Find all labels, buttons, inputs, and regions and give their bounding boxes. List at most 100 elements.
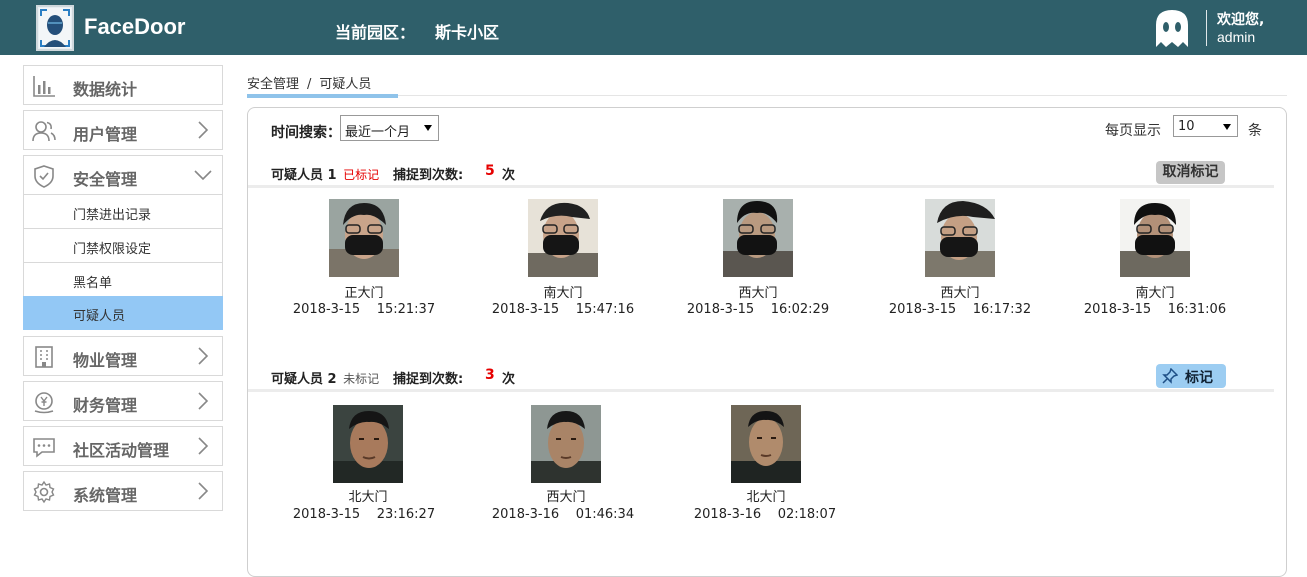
capture-count-value: 3 xyxy=(485,367,495,383)
caret-down-icon xyxy=(424,125,432,131)
sidebar-item-system-management[interactable]: 系统管理 xyxy=(23,471,223,511)
capture-photo[interactable] xyxy=(1120,199,1190,277)
group-divider xyxy=(248,389,1274,392)
capture-photo[interactable] xyxy=(731,405,801,483)
capture-date: 2018-3-16 xyxy=(693,507,762,522)
sidebar-item-label: 用户管理 xyxy=(73,125,138,144)
capture-photo[interactable] xyxy=(925,199,995,277)
breadcrumb-parent[interactable]: 安全管理 xyxy=(247,77,299,92)
building-icon xyxy=(35,346,53,368)
sidebar-subitem-blacklist[interactable]: 黑名单 xyxy=(23,263,223,297)
suspect-title: 可疑人员 1 xyxy=(271,168,337,183)
sidebar-subitem-suspicious-persons[interactable]: 可疑人员 xyxy=(23,296,223,330)
app-name: FaceDoor xyxy=(84,14,186,39)
group-divider xyxy=(248,185,1274,188)
mark-status-badge: 未标记 xyxy=(343,372,380,386)
capture-date: 2018-3-15 xyxy=(491,302,560,317)
capture-date: 2018-3-15 xyxy=(686,302,755,317)
sidebar-item-security-management[interactable]: 安全管理 xyxy=(23,155,223,195)
sidebar-subitem-label: 黑名单 xyxy=(73,276,113,291)
capture-date: 2018-3-15 xyxy=(888,302,957,317)
breadcrumb-divider xyxy=(247,95,1287,96)
time-search-label: 时间搜索： xyxy=(271,125,341,141)
capture-gate: 西大门 xyxy=(940,286,980,301)
unmark-button[interactable]: 取消标记 xyxy=(1156,161,1225,184)
mark-status-badge: 已标记 xyxy=(343,168,380,182)
capture-time: 01:46:34 xyxy=(575,507,635,522)
sidebar-item-label: 物业管理 xyxy=(73,351,138,370)
per-page-label: 每页显示 xyxy=(1105,123,1161,139)
capture-count-unit: 次 xyxy=(502,372,516,387)
per-page-unit: 条 xyxy=(1248,123,1262,139)
chevron-down-icon xyxy=(194,170,212,181)
capture-gate: 正大门 xyxy=(344,286,384,301)
time-range-select[interactable]: 最近一个月 xyxy=(340,115,439,141)
sidebar-item-label: 财务管理 xyxy=(73,396,138,415)
chat-icon xyxy=(33,438,55,458)
username[interactable]: admin xyxy=(1217,29,1255,45)
capture-photo[interactable] xyxy=(528,199,598,277)
capture-photo[interactable] xyxy=(723,199,793,277)
capture-time: 23:16:27 xyxy=(376,507,436,522)
chevron-right-icon xyxy=(198,392,209,410)
header-divider xyxy=(1206,10,1207,46)
capture-date: 2018-3-15 xyxy=(1083,302,1152,317)
capture-timestamp: 2018-3-15 15:21:37 xyxy=(274,302,454,317)
capture-timestamp: 2018-3-15 16:31:06 xyxy=(1065,302,1245,317)
time-range-value: 最近一个月 xyxy=(345,125,411,140)
capture-date: 2018-3-16 xyxy=(491,507,560,522)
sidebar-item-user-management[interactable]: 用户管理 xyxy=(23,110,223,150)
capture-gate: 北大门 xyxy=(348,490,388,505)
pin-icon xyxy=(1162,368,1178,384)
sidebar-item-property-management[interactable]: 物业管理 xyxy=(23,336,223,376)
mark-button[interactable]: 标记 xyxy=(1156,364,1226,388)
money-icon xyxy=(34,392,54,414)
capture-time: 02:18:07 xyxy=(777,507,837,522)
shield-icon xyxy=(34,165,54,188)
sidebar-item-label: 安全管理 xyxy=(73,170,138,189)
sidebar-item-finance-management[interactable]: 财务管理 xyxy=(23,381,223,421)
user-avatar-icon[interactable] xyxy=(1150,7,1194,49)
welcome-text: 欢迎您, xyxy=(1217,12,1265,28)
chevron-right-icon xyxy=(198,121,209,139)
current-park-name[interactable]: 斯卡小区 xyxy=(435,19,499,43)
capture-count-value: 5 xyxy=(485,163,495,179)
capture-photo[interactable] xyxy=(329,199,399,277)
capture-gate: 南大门 xyxy=(1135,286,1175,301)
sidebar-subitem-access-permissions[interactable]: 门禁权限设定 xyxy=(23,229,223,263)
chevron-right-icon xyxy=(198,347,209,365)
capture-photo[interactable] xyxy=(531,405,601,483)
mark-button-label: 标记 xyxy=(1185,370,1213,386)
per-page-select[interactable]: 10 xyxy=(1173,115,1238,137)
capture-time: 16:02:29 xyxy=(770,302,830,317)
sidebar-item-label: 社区活动管理 xyxy=(73,441,170,460)
top-header: FaceDoor 当前园区： 斯卡小区 欢迎您, admin xyxy=(0,0,1307,55)
breadcrumb-separator: / xyxy=(307,77,312,92)
capture-gate: 北大门 xyxy=(746,490,786,505)
sidebar-subitem-access-records[interactable]: 门禁进出记录 xyxy=(23,195,223,229)
capture-timestamp: 2018-3-15 16:17:32 xyxy=(870,302,1050,317)
facedoor-logo-icon xyxy=(36,5,74,51)
sidebar-item-community-activity-management[interactable]: 社区活动管理 xyxy=(23,426,223,466)
capture-date: 2018-3-15 xyxy=(292,507,361,522)
caret-down-icon xyxy=(1223,124,1231,130)
capture-time: 16:17:32 xyxy=(972,302,1032,317)
capture-time: 15:21:37 xyxy=(376,302,436,317)
current-park-label: 当前园区： xyxy=(335,23,416,42)
sidebar-subitem-label: 可疑人员 xyxy=(73,309,126,324)
sidebar-subitem-label: 门禁权限设定 xyxy=(73,242,152,257)
capture-photo[interactable] xyxy=(333,405,403,483)
sidebar-item-label: 数据统计 xyxy=(73,80,138,99)
capture-gate: 南大门 xyxy=(543,286,583,301)
capture-time: 16:31:06 xyxy=(1167,302,1227,317)
capture-gate: 西大门 xyxy=(738,286,778,301)
capture-timestamp: 2018-3-16 01:46:34 xyxy=(473,507,653,522)
capture-count-label: 捕捉到次数: xyxy=(393,372,464,387)
gear-icon xyxy=(33,480,55,504)
sidebar-subitem-label: 门禁进出记录 xyxy=(73,208,152,223)
suspect-group-title: 可疑人员 1 已标记 xyxy=(271,164,379,183)
capture-timestamp: 2018-3-15 16:02:29 xyxy=(668,302,848,317)
breadcrumb-active-indicator xyxy=(247,94,398,98)
capture-timestamp: 2018-3-16 02:18:07 xyxy=(675,507,855,522)
sidebar-item-data-stats[interactable]: 数据统计 xyxy=(23,65,223,105)
